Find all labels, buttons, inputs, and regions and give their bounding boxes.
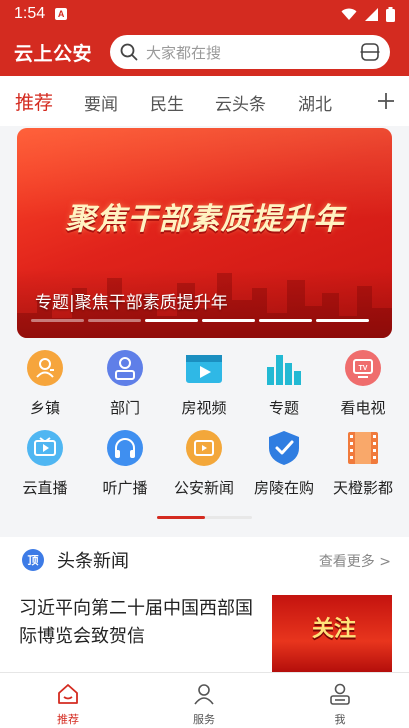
- news-section-header: 顶 头条新闻: [22, 547, 129, 573]
- nav-service[interactable]: 服务: [164, 681, 244, 727]
- grid-item-video[interactable]: 房视频: [168, 348, 240, 418]
- nav-label: 服务: [193, 713, 215, 726]
- thumbnail-text: 关注: [312, 617, 357, 642]
- tab-livelihood[interactable]: 民生: [150, 90, 184, 115]
- live-tv-icon: [25, 428, 65, 468]
- status-bar: 1:54 A: [0, 0, 409, 28]
- news-play-icon: [184, 428, 224, 468]
- grid-label: 部门: [109, 399, 140, 417]
- grid-label: 房视频: [181, 399, 227, 417]
- grid-label: 云直播: [22, 479, 68, 497]
- grid-item-radio[interactable]: 听广播: [89, 428, 161, 498]
- search-placeholder: 大家都在搜: [146, 43, 222, 62]
- battery-icon: [386, 6, 395, 22]
- bar-chart-icon: [264, 348, 304, 388]
- grid-item-topics[interactable]: 专题: [248, 348, 320, 418]
- grid-item-shop[interactable]: 房陵在购: [248, 428, 320, 498]
- carousel-dot-active[interactable]: [202, 319, 255, 322]
- profile-icon: [300, 681, 380, 707]
- home-icon: [28, 681, 108, 707]
- search-bar[interactable]: 大家都在搜: [110, 35, 391, 69]
- app-brand: 云上公安: [14, 42, 93, 65]
- signal-icon: [365, 7, 378, 21]
- headphones-icon: [105, 428, 145, 468]
- wifi-icon: [341, 8, 357, 20]
- nav-me[interactable]: 我: [300, 681, 380, 727]
- tab-add-area: [355, 76, 409, 126]
- search-icon: [120, 43, 138, 61]
- grid-label: 听广播: [102, 479, 148, 497]
- tab-recommend[interactable]: 推荐: [15, 88, 53, 115]
- tab-hubei[interactable]: 湖北: [298, 90, 332, 115]
- carousel-dot-active[interactable]: [145, 319, 198, 322]
- banner-headline: 聚焦干部素质提升年: [65, 202, 345, 237]
- tv-icon: TV: [343, 348, 383, 388]
- grid-label: 乡镇: [29, 399, 60, 417]
- nav-label: 我: [334, 713, 346, 726]
- carousel-dot-active[interactable]: [316, 319, 369, 322]
- town-icon: [25, 348, 65, 388]
- nav-recommend[interactable]: 推荐: [28, 681, 108, 727]
- notification-badge: A: [55, 8, 68, 20]
- grid-page-indicator: [157, 516, 252, 519]
- top-badge-icon: 顶: [22, 549, 44, 571]
- grid-item-town[interactable]: 乡镇: [9, 348, 81, 418]
- department-icon: [105, 348, 145, 388]
- film-icon: [343, 428, 383, 468]
- status-icons: [341, 6, 395, 22]
- grid-label: 天橙影都: [332, 479, 393, 497]
- tab-cloud-headlines[interactable]: 云头条: [215, 90, 266, 115]
- shield-check-icon: [264, 428, 304, 468]
- grid-label: 看电视: [340, 399, 386, 417]
- carousel-dot-active[interactable]: [259, 319, 312, 322]
- grid-label: 公安新闻: [173, 479, 234, 497]
- carousel-dot[interactable]: [88, 319, 141, 322]
- grid-label: 专题: [268, 399, 299, 417]
- carousel-dots: [31, 319, 369, 322]
- grid-page-indicator-active: [157, 516, 205, 519]
- news-article-title[interactable]: 习近平向第二十届中国西部国际博览会致贺信: [19, 595, 259, 651]
- status-time: 1:54: [14, 5, 46, 22]
- scan-icon[interactable]: [360, 42, 380, 62]
- view-more-link[interactable]: 查看更多 >: [319, 551, 391, 571]
- grid-item-department[interactable]: 部门: [89, 348, 161, 418]
- channel-tabs: 推荐 要闻 民生 云头条 湖北: [0, 76, 409, 126]
- carousel-dot[interactable]: [31, 319, 84, 322]
- banner-caption: 专题|聚焦干部素质提升年: [35, 293, 228, 313]
- headline-news-section: 顶 头条新闻 查看更多 > 习近平向第二十届中国西部国际博览会致贺信 关注: [0, 537, 409, 672]
- news-article-thumbnail[interactable]: 关注: [272, 595, 392, 672]
- grid-label: 房陵在购: [253, 479, 314, 497]
- banner-carousel[interactable]: 聚焦干部素质提升年 专题|聚焦干部素质提升年: [17, 128, 392, 338]
- grid-item-live[interactable]: 云直播: [9, 428, 81, 498]
- tab-headlines[interactable]: 要闻: [84, 90, 118, 115]
- bottom-navigation: 推荐 服务 我: [0, 672, 409, 728]
- grid-item-cinema[interactable]: 天橙影都: [327, 428, 399, 498]
- news-section-title: 头条新闻: [57, 551, 129, 572]
- grid-item-watch-tv[interactable]: TV 看电视: [327, 348, 399, 418]
- add-channel-icon[interactable]: [377, 92, 395, 110]
- svg-text:TV: TV: [359, 365, 368, 372]
- nav-label: 推荐: [57, 713, 79, 726]
- video-play-icon: [184, 348, 224, 388]
- grid-item-police-news[interactable]: 公安新闻: [168, 428, 240, 498]
- service-person-icon: [164, 681, 244, 707]
- app-header: 云上公安 大家都在搜: [0, 28, 409, 76]
